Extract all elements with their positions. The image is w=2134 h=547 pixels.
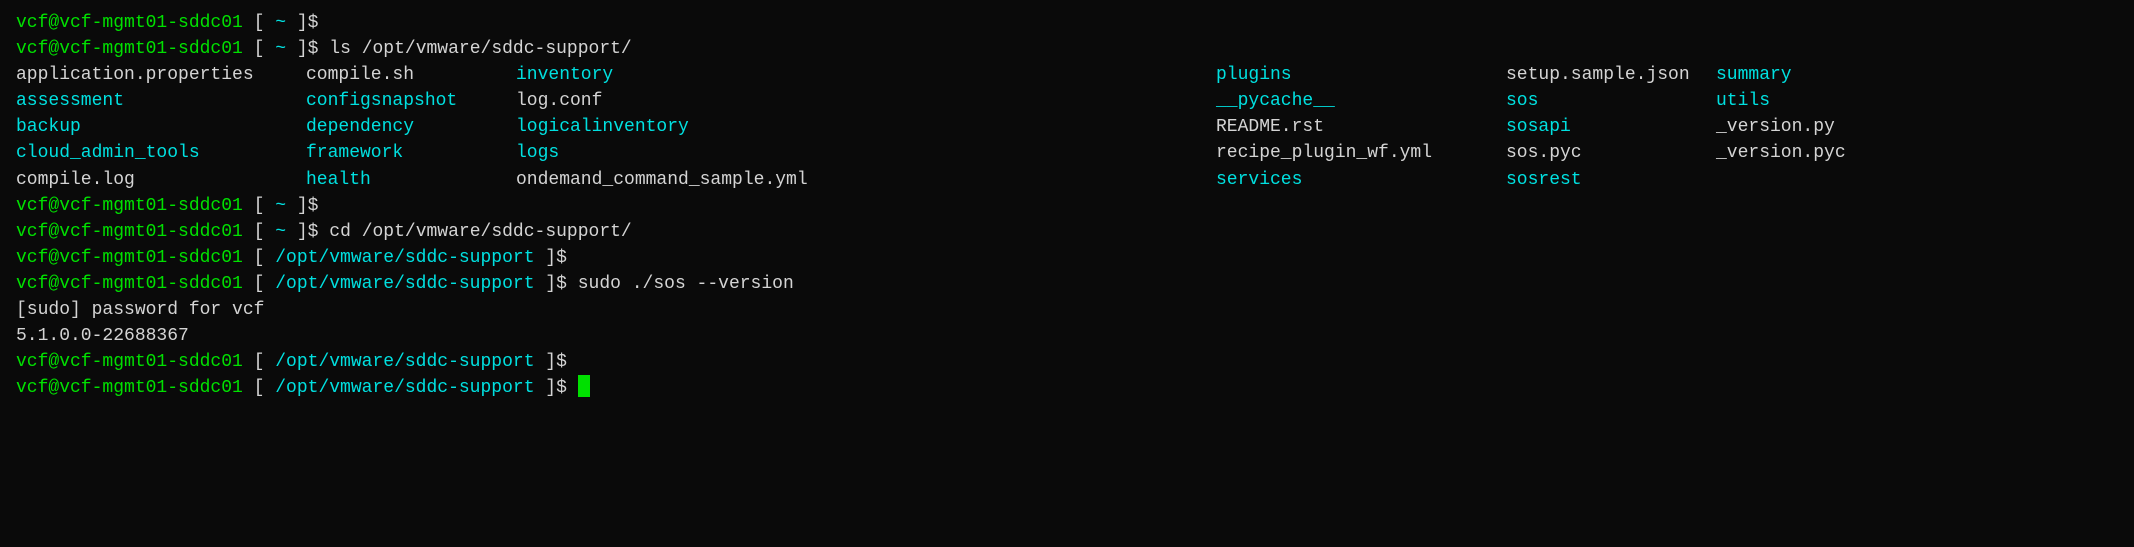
ls-cell: services xyxy=(1216,167,1506,193)
ls-cell: logicalinventory xyxy=(516,114,776,140)
prompt-path: /opt/vmware/sddc-support xyxy=(275,271,534,297)
ls-cell: logs xyxy=(516,140,776,166)
ls-cell: sos.pyc xyxy=(1506,140,1716,166)
ls-cell: backup xyxy=(16,114,306,140)
output-text: [sudo] password for vcf xyxy=(16,297,264,323)
ls-cell xyxy=(776,114,1216,140)
prompt-bracket-open: [ xyxy=(243,36,275,62)
prompt-host: vcf@vcf-mgmt01-sddc01 xyxy=(16,271,243,297)
ls-cell: _version.py xyxy=(1716,114,1926,140)
ls-cell: health xyxy=(306,167,516,193)
prompt-host: vcf@vcf-mgmt01-sddc01 xyxy=(16,245,243,271)
prompt-bracket-open: [ xyxy=(243,245,275,271)
terminal-line: vcf@vcf-mgmt01-sddc01 [ ~ ]$ xyxy=(16,193,2118,219)
ls-cell xyxy=(776,167,1216,193)
prompt-host: vcf@vcf-mgmt01-sddc01 xyxy=(16,193,243,219)
prompt-bracket-close: ] xyxy=(286,219,308,245)
prompt-host: vcf@vcf-mgmt01-sddc01 xyxy=(16,36,243,62)
prompt-bracket-close: ] xyxy=(535,245,557,271)
prompt-bracket-close: ] xyxy=(286,36,308,62)
terminal-cursor xyxy=(578,375,590,397)
prompt-dollar: $ xyxy=(556,349,567,375)
prompt-bracket-close: ] xyxy=(286,10,308,36)
prompt-host: vcf@vcf-mgmt01-sddc01 xyxy=(16,375,243,401)
ls-cell: recipe_plugin_wf.yml xyxy=(1216,140,1506,166)
ls-cell xyxy=(776,88,1216,114)
ls-cell: compile.log xyxy=(16,167,306,193)
ls-cell: README.rst xyxy=(1216,114,1506,140)
output-line: 5.1.0.0-22688367 xyxy=(16,323,2118,349)
terminal-line: vcf@vcf-mgmt01-sddc01 [ ~ ]$ ls /opt/vmw… xyxy=(16,36,2118,62)
ls-output-row: compile.loghealthondemand_command_sample… xyxy=(16,167,2118,193)
ls-cell: compile.sh xyxy=(306,62,516,88)
ls-cell: inventory xyxy=(516,62,776,88)
ls-cell: sosapi xyxy=(1506,114,1716,140)
ls-cell: _version.pyc xyxy=(1716,140,1926,166)
prompt-path: ~ xyxy=(275,193,286,219)
prompt-host: vcf@vcf-mgmt01-sddc01 xyxy=(16,349,243,375)
ls-cell: setup.sample.json xyxy=(1506,62,1716,88)
prompt-bracket-open: [ xyxy=(243,349,275,375)
prompt-dollar: $ xyxy=(556,375,567,401)
ls-cell: summary xyxy=(1716,62,1926,88)
prompt-path: /opt/vmware/sddc-support xyxy=(275,375,534,401)
ls-cell: __pycache__ xyxy=(1216,88,1506,114)
prompt-bracket-open: [ xyxy=(243,271,275,297)
ls-cell: application.properties xyxy=(16,62,306,88)
prompt-dollar: $ xyxy=(556,245,567,271)
ls-cell: sos xyxy=(1506,88,1716,114)
ls-cell: log.conf xyxy=(516,88,776,114)
terminal: vcf@vcf-mgmt01-sddc01 [ ~ ]$vcf@vcf-mgmt… xyxy=(16,10,2118,401)
ls-cell: configsnapshot xyxy=(306,88,516,114)
ls-cell xyxy=(776,140,1216,166)
ls-cell: plugins xyxy=(1216,62,1506,88)
prompt-host: vcf@vcf-mgmt01-sddc01 xyxy=(16,219,243,245)
command-text: sudo ./sos --version xyxy=(567,271,794,297)
ls-cell: sosrest xyxy=(1506,167,1716,193)
prompt-dollar: $ xyxy=(308,36,319,62)
prompt-path: ~ xyxy=(275,10,286,36)
prompt-dollar: $ xyxy=(308,193,319,219)
ls-cell: ondemand_command_sample.yml xyxy=(516,167,776,193)
ls-cell: assessment xyxy=(16,88,306,114)
prompt-path: /opt/vmware/sddc-support xyxy=(275,245,534,271)
prompt-dollar: $ xyxy=(556,271,567,297)
command-text: cd /opt/vmware/sddc-support/ xyxy=(318,219,631,245)
prompt-path: ~ xyxy=(275,36,286,62)
ls-output-row: assessmentconfigsnapshotlog.conf __pycach… xyxy=(16,88,2118,114)
terminal-line: vcf@vcf-mgmt01-sddc01 [ ~ ]$ cd /opt/vmw… xyxy=(16,219,2118,245)
ls-cell: utils xyxy=(1716,88,1926,114)
command-text: ls /opt/vmware/sddc-support/ xyxy=(318,36,631,62)
prompt-bracket-open: [ xyxy=(243,375,275,401)
terminal-line: vcf@vcf-mgmt01-sddc01 [ /opt/vmware/sddc… xyxy=(16,349,2118,375)
terminal-line: vcf@vcf-mgmt01-sddc01 [ /opt/vmware/sddc… xyxy=(16,375,2118,401)
output-text: 5.1.0.0-22688367 xyxy=(16,323,189,349)
prompt-bracket-open: [ xyxy=(243,219,275,245)
prompt-bracket-open: [ xyxy=(243,10,275,36)
ls-output-row: application.propertiescompile.shinventor… xyxy=(16,62,2118,88)
ls-cell xyxy=(1716,167,1926,193)
output-line: [sudo] password for vcf xyxy=(16,297,2118,323)
prompt-bracket-close: ] xyxy=(535,349,557,375)
terminal-line: vcf@vcf-mgmt01-sddc01 [ /opt/vmware/sddc… xyxy=(16,245,2118,271)
command-text xyxy=(567,375,578,401)
prompt-host: vcf@vcf-mgmt01-sddc01 xyxy=(16,10,243,36)
ls-output-row: cloud_admin_toolsframeworklogs recipe_plu… xyxy=(16,140,2118,166)
prompt-bracket-close: ] xyxy=(286,193,308,219)
terminal-line: vcf@vcf-mgmt01-sddc01 [ /opt/vmware/sddc… xyxy=(16,271,2118,297)
prompt-bracket-close: ] xyxy=(535,271,557,297)
prompt-dollar: $ xyxy=(308,10,319,36)
prompt-bracket-close: ] xyxy=(535,375,557,401)
prompt-dollar: $ xyxy=(308,219,319,245)
ls-cell xyxy=(776,62,1216,88)
ls-cell: dependency xyxy=(306,114,516,140)
ls-cell: framework xyxy=(306,140,516,166)
ls-cell: cloud_admin_tools xyxy=(16,140,306,166)
terminal-line: vcf@vcf-mgmt01-sddc01 [ ~ ]$ xyxy=(16,10,2118,36)
prompt-bracket-open: [ xyxy=(243,193,275,219)
ls-output-row: backupdependencylogicalinventory README.r… xyxy=(16,114,2118,140)
prompt-path: /opt/vmware/sddc-support xyxy=(275,349,534,375)
prompt-path: ~ xyxy=(275,219,286,245)
